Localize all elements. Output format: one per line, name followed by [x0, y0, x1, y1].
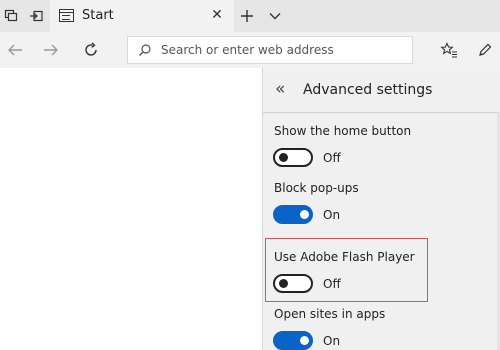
toggle-home-button[interactable] — [273, 148, 313, 167]
tab-start[interactable]: Start ✕ — [50, 0, 234, 32]
panel-title: Advanced settings — [303, 82, 433, 98]
toggle-open-sites-in-apps[interactable] — [273, 331, 313, 350]
address-input[interactable] — [161, 41, 401, 59]
toggle-flash-player[interactable] — [273, 274, 313, 293]
tab-title: Start — [82, 8, 114, 23]
advanced-settings-panel: « Advanced settings Show the home button… — [262, 68, 500, 350]
toggle-state-open-sites-in-apps: On — [323, 334, 341, 348]
forward-arrow-icon — [44, 44, 58, 56]
web-note-button[interactable] — [472, 32, 498, 68]
toggle-state-home-button: Off — [323, 151, 341, 165]
refresh-button[interactable] — [78, 32, 104, 68]
tab-bar: Start ✕ — [0, 0, 500, 32]
page-content-area — [0, 68, 262, 350]
panel-divider — [263, 112, 500, 113]
setting-label-block-popups: Block pop-ups — [274, 181, 359, 195]
toggle-state-flash-player: Off — [323, 277, 341, 291]
toggle-state-block-popups: On — [323, 208, 341, 222]
pen-icon — [479, 43, 492, 56]
toggle-knob — [279, 153, 288, 162]
forward-button[interactable] — [38, 32, 64, 68]
search-icon — [139, 44, 151, 56]
set-tabs-aside-icon[interactable] — [25, 0, 47, 32]
setting-label-flash-player: Use Adobe Flash Player — [274, 250, 415, 264]
back-arrow-icon — [8, 44, 22, 56]
toggle-knob — [300, 336, 309, 345]
back-chevron-icon[interactable]: « — [275, 80, 285, 98]
address-bar[interactable] — [127, 36, 413, 64]
start-page-icon — [59, 9, 74, 22]
tab-list-icon[interactable] — [0, 0, 22, 32]
toggle-knob — [279, 279, 288, 288]
navigation-bar — [0, 32, 500, 68]
toggle-knob — [300, 210, 309, 219]
toggle-block-popups[interactable] — [273, 205, 313, 224]
favorites-button[interactable] — [436, 32, 462, 68]
close-tab-icon[interactable]: ✕ — [208, 6, 226, 24]
favorites-star-icon — [440, 42, 457, 58]
new-tab-icon[interactable] — [236, 0, 258, 32]
chevron-down-icon[interactable] — [264, 0, 286, 32]
refresh-icon — [85, 42, 97, 56]
setting-label-open-sites-in-apps: Open sites in apps — [274, 307, 386, 321]
setting-label-home-button: Show the home button — [274, 124, 412, 138]
back-button[interactable] — [2, 32, 28, 68]
panel-header: « Advanced settings — [263, 68, 500, 112]
